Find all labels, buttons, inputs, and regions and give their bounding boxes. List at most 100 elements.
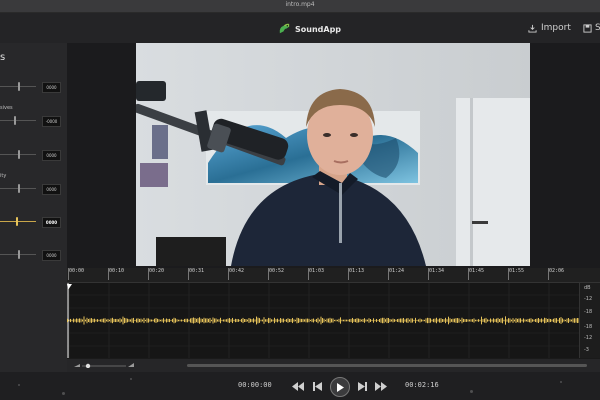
- waveform-sample: [236, 319, 238, 322]
- skip-back-button[interactable]: [312, 377, 322, 395]
- effect-row[interactable]: 0000: [0, 139, 67, 163]
- effect-slider-track[interactable]: [0, 221, 36, 222]
- rewind-button[interactable]: [291, 377, 305, 395]
- effect-value[interactable]: 0000: [42, 150, 61, 161]
- db-scale: dB -12 -18 -18 -12 -3: [579, 283, 600, 358]
- skip-forward-button[interactable]: [357, 377, 367, 395]
- effect-slider-handle[interactable]: [18, 250, 20, 259]
- zoom-slider[interactable]: [74, 363, 134, 368]
- waveform-sample: [304, 319, 305, 322]
- effect-value[interactable]: -0000: [42, 116, 61, 127]
- ruler-tick-label: 00:10: [107, 268, 125, 280]
- waveform-sample: [406, 318, 407, 323]
- waveform-sample: [386, 317, 388, 324]
- fast-forward-button[interactable]: [374, 377, 388, 395]
- effect-slider-handle[interactable]: [18, 82, 20, 91]
- save-button[interactable]: S: [583, 23, 600, 33]
- effect-label: sives: [0, 105, 13, 111]
- effect-row[interactable]: 0000: [0, 71, 67, 95]
- waveform-sample: [565, 319, 566, 322]
- waveform-sample: [322, 318, 323, 323]
- effect-slider-handle[interactable]: [16, 217, 18, 226]
- waveform-sample: [463, 318, 464, 323]
- waveform-sample: [514, 319, 515, 322]
- waveform-sample: [128, 319, 130, 322]
- waveform-sample: [557, 319, 559, 322]
- waveform-sample: [544, 317, 545, 324]
- waveform-sample: [548, 318, 550, 323]
- waveform-sample: [139, 318, 140, 323]
- waveform-sample: [401, 318, 403, 323]
- audio-timeline[interactable]: 00:00 00:10 00:20 00:31 00:42 00:52 01:03 01:13…: [67, 268, 600, 372]
- waveform-sample: [323, 318, 325, 323]
- waveform-sample: [160, 319, 161, 322]
- waveform-sample: [101, 318, 103, 323]
- waveform-sample: [461, 317, 463, 324]
- waveform-sample: [488, 319, 490, 322]
- waveform-sample: [539, 319, 541, 322]
- effect-value[interactable]: 0000: [42, 82, 61, 93]
- ruler-tick-label: 00:31: [187, 268, 205, 280]
- effect-slider-handle[interactable]: [14, 116, 16, 125]
- waveform-sample: [142, 319, 143, 322]
- skip-back-icon: [312, 381, 322, 391]
- audio-waveform[interactable]: [67, 283, 579, 358]
- waveform-sample: [85, 319, 86, 322]
- effect-row[interactable]: sives -0000: [0, 105, 67, 129]
- ruler-tick-label: 01:34: [427, 268, 445, 280]
- waveform-sample: [256, 316, 257, 325]
- app-header: SoundApp Import S: [0, 13, 600, 43]
- waveform-sample: [79, 318, 80, 323]
- waveform-sample: [125, 318, 127, 323]
- waveform-sample: [412, 318, 413, 323]
- ruler-tick-label: 01:55: [507, 268, 525, 280]
- waveform-sample: [499, 319, 500, 322]
- waveform-sample: [485, 317, 487, 324]
- waveform-sample: [422, 319, 424, 322]
- waveform-sample: [383, 317, 385, 324]
- effect-row[interactable]: 0000: [0, 206, 67, 230]
- video-preview[interactable]: [136, 43, 530, 266]
- waveform-sample: [469, 319, 470, 322]
- effect-row[interactable]: ity 0000: [0, 173, 67, 197]
- fast-forward-icon: [375, 381, 387, 391]
- effect-slider-track[interactable]: [0, 120, 36, 121]
- ruler-tick-label: 01:45: [467, 268, 485, 280]
- effect-value[interactable]: 0000: [42, 217, 61, 228]
- waveform-sample: [257, 317, 259, 324]
- waveform-sample: [439, 318, 440, 323]
- waveform-sample: [547, 318, 548, 323]
- effect-row[interactable]: 0000: [0, 239, 67, 263]
- timeline-scroll[interactable]: [67, 359, 600, 372]
- waveform-sample: [526, 319, 527, 322]
- effect-slider-handle[interactable]: [18, 184, 20, 193]
- waveform-sample: [415, 317, 416, 324]
- effect-slider-handle[interactable]: [18, 150, 20, 159]
- waveform-sample: [553, 318, 554, 323]
- effect-value[interactable]: 0000: [42, 184, 61, 195]
- import-button[interactable]: Import: [528, 23, 571, 33]
- waveform-sample: [191, 317, 193, 324]
- waveform-sample: [472, 319, 473, 322]
- total-time: 00:02:16: [405, 381, 439, 389]
- import-label: Import: [541, 23, 571, 33]
- effect-value[interactable]: 0000: [42, 250, 61, 261]
- waveform-sample: [569, 319, 571, 322]
- waveform-sample: [505, 316, 506, 325]
- play-button[interactable]: [330, 377, 350, 397]
- waveform-sample: [146, 318, 148, 323]
- waveform-sample: [284, 319, 286, 322]
- waveform-sample: [154, 318, 155, 323]
- waveform-sample: [281, 318, 283, 323]
- ruler-tick-label: 00:00: [67, 268, 85, 280]
- waveform-sample: [197, 318, 199, 323]
- horizontal-scrollbar[interactable]: [187, 364, 587, 367]
- waveform-sample: [365, 319, 367, 322]
- waveform-sample: [509, 318, 511, 323]
- time-ruler[interactable]: 00:00 00:10 00:20 00:31 00:42 00:52 01:03 01:13…: [67, 268, 600, 283]
- waveform-sample: [184, 318, 185, 323]
- db-label: -12: [584, 296, 593, 302]
- waveform-sample: [226, 319, 227, 322]
- waveform-sample: [163, 318, 164, 323]
- skip-forward-icon: [357, 381, 367, 391]
